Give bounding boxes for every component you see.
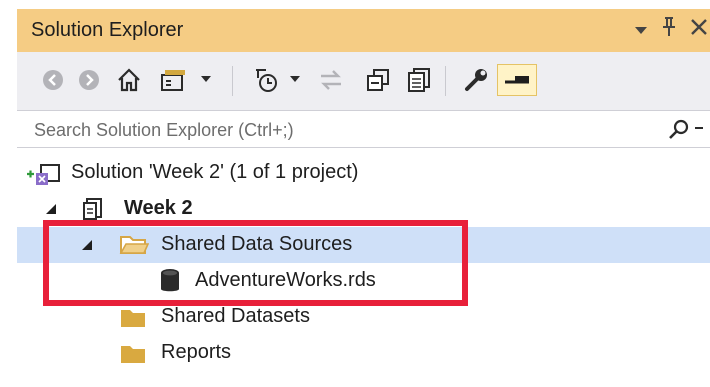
search-icon (669, 119, 689, 139)
home-icon (118, 68, 140, 92)
expanded-icon[interactable] (81, 239, 93, 251)
sync-icon (321, 70, 341, 90)
tree-item-adventureworks[interactable]: AdventureWorks.rds (17, 263, 710, 299)
toolbar (17, 52, 710, 110)
switch-views-dropdown[interactable] (197, 64, 215, 96)
toolbar-separator (445, 66, 446, 96)
search-options[interactable] (668, 118, 704, 140)
tree-item-label: AdventureWorks.rds (195, 269, 376, 291)
tree-item-label: Shared Datasets (161, 305, 310, 327)
pending-changes-icon (256, 69, 277, 92)
home-button[interactable] (112, 64, 146, 96)
preview-button[interactable] (497, 64, 537, 96)
folder-open-icon (119, 236, 149, 254)
tree-item-project[interactable]: Week 2 (17, 191, 710, 227)
properties-icon (465, 69, 487, 91)
back-icon (43, 70, 63, 90)
tree-item-shared-data-sources[interactable]: Shared Data Sources (17, 227, 710, 263)
tree-item-solution[interactable]: Solution 'Week 2' (1 of 1 project) (17, 155, 710, 191)
tree-item-label: Shared Data Sources (161, 233, 353, 255)
switch-views-icon (161, 70, 185, 91)
title-bar: Solution Explorer (17, 9, 710, 52)
close-icon[interactable] (690, 18, 708, 42)
folder-icon (121, 346, 145, 363)
forward-button[interactable] (73, 64, 105, 96)
search-box[interactable]: Search Solution Explorer (Ctrl+;) (17, 110, 710, 148)
dropdown-icon[interactable] (634, 18, 648, 42)
properties-button[interactable] (459, 64, 493, 96)
window-controls (634, 16, 708, 44)
tree-item-shared-datasets[interactable]: Shared Datasets (17, 299, 710, 335)
preview-icon (505, 76, 529, 84)
window-title: Solution Explorer (31, 19, 184, 41)
tree-item-reports[interactable]: Reports (17, 335, 710, 371)
tree-item-label: Week 2 (124, 197, 193, 219)
sync-button[interactable] (315, 64, 347, 96)
collapse-all-button[interactable] (362, 64, 394, 96)
solution-tree: Solution 'Week 2' (1 of 1 project) Week … (17, 149, 710, 387)
forward-icon (79, 70, 99, 90)
folder-icon (121, 310, 145, 327)
tree-item-label: Solution 'Week 2' (1 of 1 project) (71, 161, 359, 183)
tree-item-label: Reports (161, 341, 232, 363)
toolbar-separator (232, 66, 233, 96)
dropdown-icon (290, 76, 300, 82)
solution-icon (27, 164, 60, 185)
pending-changes-button[interactable] (249, 64, 283, 96)
collapse-all-icon (367, 69, 389, 91)
database-icon (161, 269, 179, 292)
dropdown-icon (201, 76, 211, 82)
expanded-icon[interactable] (45, 203, 57, 215)
pin-icon[interactable] (662, 16, 676, 44)
switch-views-button[interactable] (155, 64, 193, 96)
back-button[interactable] (37, 64, 69, 96)
search-options-icon (695, 127, 703, 129)
show-all-files-icon (408, 68, 430, 92)
show-all-files-button[interactable] (403, 64, 435, 96)
pending-changes-dropdown[interactable] (286, 64, 304, 96)
report-project-icon (83, 198, 102, 220)
search-input[interactable]: Search Solution Explorer (Ctrl+;) (34, 120, 294, 141)
